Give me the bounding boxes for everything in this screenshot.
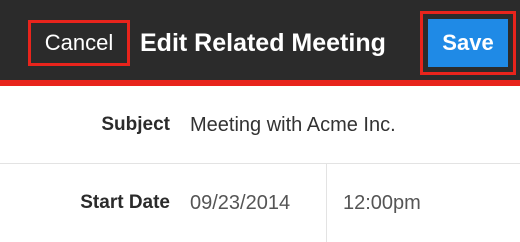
subject-row[interactable]: Subject Meeting with Acme Inc. — [0, 86, 520, 164]
column-divider — [326, 164, 327, 242]
header-bar: Cancel Edit Related Meeting Save — [0, 0, 520, 80]
start-date-row[interactable]: Start Date 09/23/2014 12:00pm — [0, 164, 520, 242]
cancel-button[interactable]: Cancel — [28, 20, 130, 66]
start-date-field[interactable]: 09/23/2014 — [190, 164, 290, 242]
save-button[interactable]: Save — [428, 19, 508, 67]
subject-label: Subject — [101, 114, 170, 135]
save-button-highlight: Save — [420, 11, 516, 75]
start-time-field[interactable]: 12:00pm — [343, 164, 421, 242]
start-date-label: Start Date — [80, 192, 170, 213]
meeting-form: Subject Meeting with Acme Inc. Start Dat… — [0, 86, 520, 242]
page-title: Edit Related Meeting — [140, 28, 386, 57]
subject-field[interactable]: Meeting with Acme Inc. — [190, 86, 396, 164]
